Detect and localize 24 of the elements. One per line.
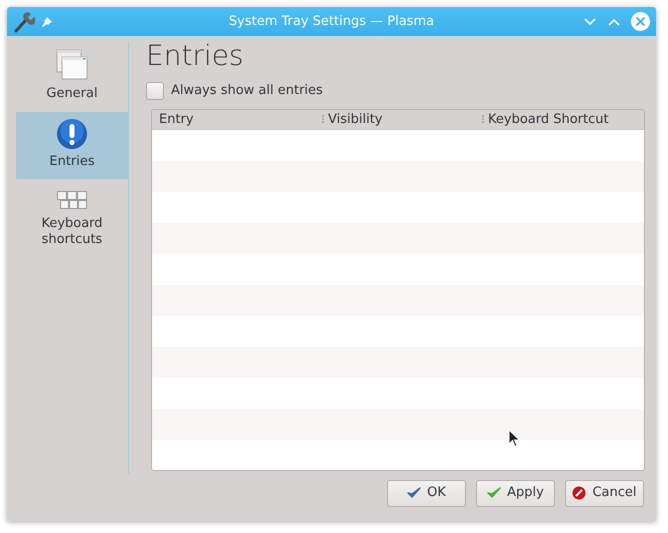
windows-icon [55, 48, 89, 82]
column-header[interactable]: Visibility [328, 110, 382, 129]
sidebar-item[interactable]: General [16, 42, 128, 109]
keyboard-icon [56, 188, 88, 212]
checkbox[interactable] [146, 82, 164, 100]
window-title: System Tray Settings — Plasma [228, 12, 436, 31]
close-icon[interactable] [631, 12, 650, 31]
checkmark-icon [407, 487, 422, 499]
stop-icon [572, 486, 586, 500]
column-header[interactable]: Keyboard Shortcut [488, 110, 609, 129]
sidebar-item[interactable]: Keyboard shortcuts [16, 182, 128, 254]
maximize-icon[interactable] [607, 16, 621, 26]
exclamation-icon [56, 118, 88, 150]
cancel-button[interactable]: Cancel [565, 480, 644, 506]
minimize-icon[interactable] [583, 16, 597, 26]
always-show-checkbox[interactable]: Always show all entries [146, 81, 323, 100]
checkmark-icon [487, 487, 502, 499]
page-heading: Entries [146, 39, 244, 73]
pin-icon[interactable] [41, 16, 53, 28]
apply-button[interactable]: Apply [476, 480, 555, 506]
column-header[interactable]: Entry [159, 110, 194, 129]
sidebar-item[interactable]: Entries [16, 112, 128, 179]
ok-button[interactable]: OK [387, 480, 466, 506]
wrench-icon[interactable] [13, 10, 35, 32]
